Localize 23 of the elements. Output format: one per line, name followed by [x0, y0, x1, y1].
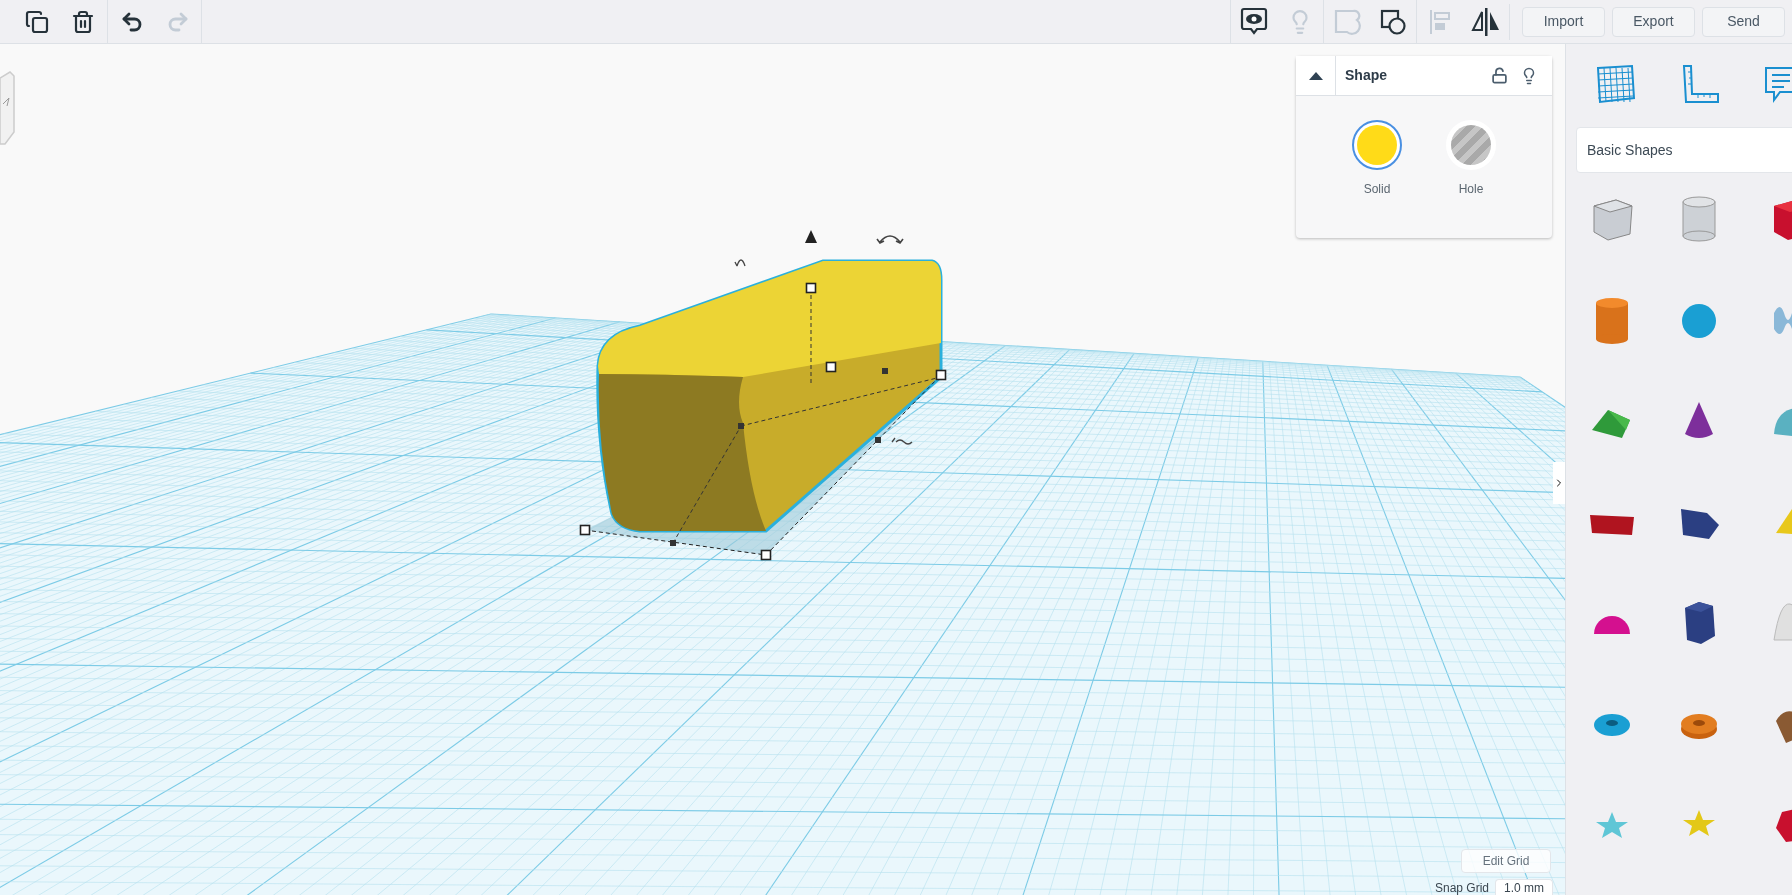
caret-up-icon[interactable]: [1308, 71, 1323, 80]
ungroup-icon[interactable]: [1379, 7, 1407, 36]
trash-icon[interactable]: [71, 9, 95, 34]
selected-box-drawing[interactable]: [579, 230, 947, 561]
snap-grid-label: Snap Grid: [1434, 881, 1489, 895]
eye-speech-bubble-icon[interactable]: [1240, 6, 1268, 37]
toolbar-button[interactable]: Import: [1522, 6, 1605, 37]
option-label: Hole: [1458, 181, 1484, 198]
hole-swatch[interactable]: [1446, 120, 1496, 170]
workplane-canvas[interactable]: Shape Solid Hole Edit Grid Snap Grid 1.0 mm: [0, 44, 1565, 895]
edit-grid-button[interactable]: Edit Grid: [1461, 849, 1551, 873]
mirror-icon[interactable]: [1470, 6, 1502, 37]
duplicate-icon[interactable]: [25, 9, 49, 34]
solid-color-swatch[interactable]: [1352, 120, 1402, 170]
toolbar-button[interactable]: Send: [1702, 6, 1785, 37]
option-label: Solid: [1363, 181, 1391, 198]
snap-grid-dropdown[interactable]: 1.0 mm: [1495, 879, 1553, 895]
toolbar-button[interactable]: Export: [1612, 6, 1695, 37]
workplane-grid-icon[interactable]: [1594, 62, 1638, 106]
unlock-icon[interactable]: [1491, 67, 1508, 84]
panel-toggle-button[interactable]: [1553, 462, 1565, 504]
category-dropdown[interactable]: Basic Shapes: [1576, 127, 1792, 173]
panel-title: Shape: [1345, 66, 1387, 85]
